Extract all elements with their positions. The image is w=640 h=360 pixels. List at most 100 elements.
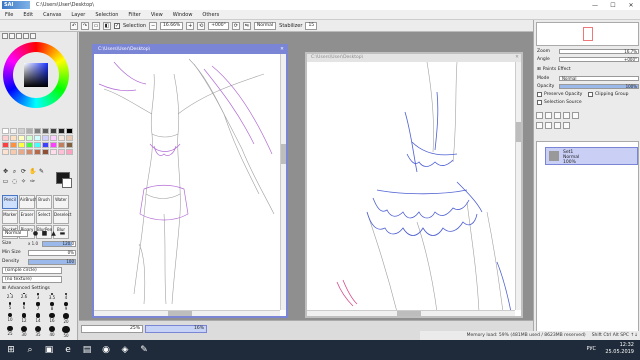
rotate-left-icon[interactable]: ⟲ [197,21,206,30]
rgb-slider-mode-icon[interactable] [9,33,15,39]
zoom-in-icon[interactable]: + [186,21,195,30]
color-wheel-mode-icon[interactable] [2,33,8,39]
color-swatch[interactable] [26,128,33,134]
brush-size-preset[interactable]: 5 [4,302,16,311]
file-explorer-icon[interactable]: ▤ [79,342,95,358]
deselect-icon[interactable]: ▭ [92,21,100,30]
rotate-right-icon[interactable]: ⟳ [231,21,240,30]
close-button[interactable]: ✕ [622,0,640,10]
document-1-titlebar[interactable]: C:\Users\User\Desktop\ ✕ [94,46,286,54]
color-swatch[interactable] [26,149,33,155]
menu-others[interactable]: Others [197,12,224,18]
brush-size-preset[interactable]: 6 [18,302,30,311]
color-swatch[interactable] [66,142,73,148]
document-window-2[interactable]: C:\Users\User\Desktop\ ✕ [305,52,523,318]
color-swatch[interactable] [2,149,9,155]
round-tip-icon[interactable]: ● [32,230,39,237]
color-swatch[interactable] [34,149,41,155]
angle-field[interactable]: +000° [208,21,229,30]
brush-size-preset[interactable]: 50 [60,325,72,338]
advanced-settings-toggle[interactable]: ⊞ Advanced Settings [2,286,50,291]
color-swatch[interactable] [10,149,17,155]
document-tab-1[interactable]: 25% [81,325,143,333]
brush-texture-select[interactable]: (no texture) [2,276,62,283]
hsv-slider-mode-icon[interactable] [16,33,22,39]
brush-size-preset[interactable]: 40 [46,325,58,338]
brush-size-preset[interactable]: 2.6 [18,293,30,300]
layer-mode-select[interactable]: Normal [559,75,639,81]
zoom-tool-icon[interactable]: ⌕ [11,168,18,175]
document-1-horizontal-scrollbar[interactable] [94,310,280,316]
new-layer-icon[interactable] [536,112,543,119]
clock[interactable]: 12:32 25.05.2019 [605,342,634,356]
menu-view[interactable]: View [146,12,168,18]
blend-mode-select[interactable]: Normal [2,230,28,237]
apply-mask-icon[interactable] [554,122,561,129]
new-linework-layer-icon[interactable] [545,112,552,119]
minimize-button[interactable]: — [586,0,604,10]
brush-size-preset[interactable]: 10 [4,313,16,323]
sketch-canvas-2[interactable] [307,62,517,312]
task-view-icon[interactable]: ▣ [41,342,57,358]
move-icon[interactable]: ✥ [2,168,9,175]
menu-filter[interactable]: Filter [123,12,145,18]
color-swatch[interactable] [58,135,65,141]
background-color-box[interactable] [62,178,72,188]
document-tab-2[interactable]: 16% [145,325,207,333]
hand-icon[interactable]: ✋ [29,168,36,175]
color-swatch[interactable] [34,128,41,134]
brush-shape-select[interactable]: (simple circle) [2,267,62,274]
redo-icon[interactable]: ↷ [81,21,89,30]
brush-size-preset[interactable]: 20 [60,313,72,324]
document-window-1[interactable]: C:\Users\User\Desktop\ ✕ [92,44,288,318]
transfer-down-icon[interactable] [563,112,570,119]
document-2-titlebar[interactable]: C:\Users\User\Desktop\ ✕ [307,54,521,62]
brush-size-preset[interactable]: 4 [60,293,72,300]
brush-size-preset[interactable]: 35 [32,325,44,338]
brush-tool-marker[interactable]: Marker [2,210,18,224]
windows-start-icon[interactable]: ⊞ [3,342,19,358]
rotate-tool-icon[interactable]: ⟳ [20,168,27,175]
store-icon[interactable]: ◈ [117,342,133,358]
new-folder-icon[interactable] [554,112,561,119]
swatch-mode-icon[interactable] [23,33,29,39]
navigator-preview[interactable] [536,22,639,46]
brush-tool-select[interactable]: Select [36,210,52,224]
rect-select-icon[interactable]: ▭ [2,178,9,185]
menu-canvas[interactable]: Canvas [38,12,66,18]
color-swatch[interactable] [34,142,41,148]
color-swatch[interactable] [18,128,25,134]
zoom-field[interactable]: 16.66% [160,21,184,30]
min-size-slider[interactable]: 0% [28,249,76,256]
selection-source-box[interactable] [537,100,542,105]
brush-tool-eraser[interactable]: Eraser [19,210,35,224]
layer-opacity-slider[interactable]: 100% [559,83,639,89]
merge-down-icon[interactable] [572,112,579,119]
document-2-close-button[interactable]: ✕ [513,54,521,62]
color-swatch[interactable] [34,135,41,141]
brush-size-preset[interactable]: 3.5 [46,293,58,300]
sketch-canvas-1[interactable] [94,54,280,310]
color-swatch[interactable] [58,142,65,148]
preserve-opacity-box[interactable] [537,92,542,97]
lasso-icon[interactable]: ◌ [11,178,18,185]
menu-layer[interactable]: Layer [66,12,90,18]
magic-wand-icon[interactable]: ✧ [20,178,27,185]
undo-icon[interactable]: ↶ [70,21,78,30]
color-swatch[interactable] [58,149,65,155]
brush-size-preset[interactable]: 9 [60,302,72,311]
document-1-vscroll-thumb[interactable] [281,144,286,164]
chrome-icon[interactable]: ◉ [98,342,114,358]
selection-source-checkbox[interactable]: Selection Source [537,100,582,105]
brush-size-preset[interactable]: 30 [18,325,30,338]
brush-size-preset[interactable]: 25 [4,325,16,338]
clear-layer-icon[interactable] [536,122,543,129]
menu-edit[interactable]: Edit [18,12,38,18]
sai-taskbar-icon[interactable]: ✎ [136,342,152,358]
square-tip-icon[interactable]: ■ [41,230,48,237]
menu-window[interactable]: Window [168,12,198,18]
size-multiplier[interactable]: x 1.0 [28,241,42,246]
pen-icon[interactable]: ✑ [29,178,36,185]
language-indicator[interactable]: РУС [586,346,596,352]
brush-size-preset[interactable]: 2.3 [4,293,16,300]
